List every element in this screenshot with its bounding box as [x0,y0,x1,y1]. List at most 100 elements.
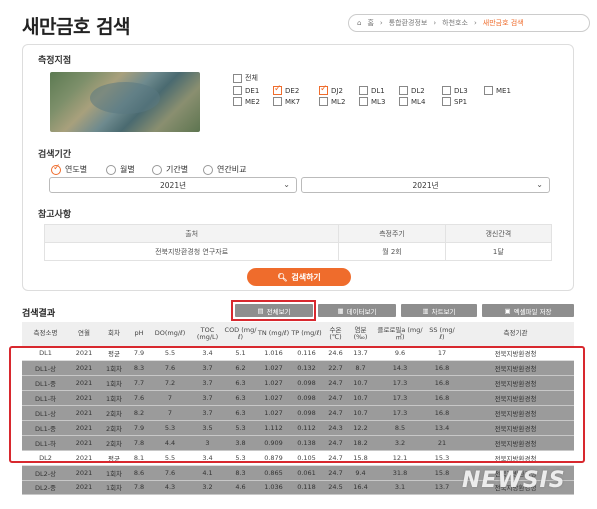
table-cell: 4.3 [149,480,191,496]
station-checkbox-de2[interactable]: DE2 [273,84,300,95]
table-cell: 0.061 [290,465,323,481]
station-map [50,72,200,132]
period-radio-2[interactable]: 기간별 [152,164,188,175]
table-cell: 1.036 [257,480,290,496]
radio-label: 기간별 [166,165,189,174]
chart-view-button[interactable]: ▥ 차트보기 [401,304,477,317]
checkbox-box[interactable] [319,97,328,106]
breadcrumb: ⌂ 홈 › 통합환경정보 › 하천호소 › 새만금호 검색 [348,14,590,32]
reference-table: 출처 측정주기 갱신간격 전북지방환경청 연구자료 월 2회 1달 [43,224,553,261]
checkbox-all[interactable]: 전체 [233,73,258,83]
data-view-button[interactable]: ▦ 데이터보기 [318,304,396,317]
station-checkbox-me2[interactable]: ME2 [233,97,260,106]
station-checkbox-sp1[interactable]: SP1 [442,97,467,106]
radio-circle[interactable] [152,164,162,175]
highlight-box-view-all [231,300,316,321]
checkbox-box[interactable] [399,86,408,95]
radio-circle[interactable] [106,164,116,175]
checkbox-label: ML3 [371,97,386,106]
page-title: 새만금호 검색 [22,16,131,38]
checkbox-label: DL3 [454,86,468,95]
period-radio-3[interactable]: 연간비교 [203,164,246,175]
column-header: SS (mg/ℓ) [427,322,457,347]
breadcrumb-river[interactable]: 하천호소 [442,18,468,28]
breadcrumb-env[interactable]: 통합환경정보 [389,18,428,28]
home-icon[interactable]: ⌂ [357,19,361,27]
column-header: DO(mg/ℓ) [149,322,191,347]
checkbox-box[interactable] [233,86,242,95]
table-cell: 3.1 [373,480,427,496]
station-checkbox-me1[interactable]: ME1 [484,86,511,95]
chevron-down-icon: ⌄ [536,180,543,189]
station-checkbox-mk7[interactable]: MK7 [273,97,300,106]
table-cell: 16.4 [348,480,373,496]
column-header: 염분 (‰) [348,322,373,347]
radio-label: 연도별 [65,165,88,174]
table-cell: 24.7 [323,465,348,481]
station-checkbox-dl3[interactable]: DL3 [442,86,468,95]
to-year-select[interactable]: 2021년 ⌄ [301,177,550,193]
checkbox-label: MK7 [285,97,301,106]
table-cell: 13.7 [427,480,457,496]
column-header: TOC (mg/L) [191,322,224,347]
checkbox-box[interactable] [273,97,282,106]
reference-section-title: 참고사항 [38,210,72,220]
column-header: 수온 (℃) [323,322,348,347]
column-header: 연월 [69,322,99,347]
table-cell: 1회차 [99,480,129,496]
table-cell: 24.5 [323,480,348,496]
radio-circle[interactable] [51,163,61,175]
radio-circle[interactable] [203,164,213,175]
checkbox-box[interactable] [273,84,282,95]
period-section-title: 검색기간 [38,150,72,160]
table-cell: 0.865 [257,465,290,481]
chevron-down-icon: ⌄ [283,180,290,189]
station-checkbox-dj2[interactable]: DJ2 [319,84,343,95]
table-cell: 7.6 [149,465,191,481]
station-checkbox-dl2[interactable]: DL2 [399,86,425,95]
station-checkbox-ml4[interactable]: ML4 [399,97,425,106]
checkbox-label: ME2 [245,97,260,106]
period-radio-1[interactable]: 월별 [106,164,135,175]
checkbox-box[interactable] [484,86,493,95]
table-cell: 8.6 [129,465,149,481]
table-cell: 1회차 [99,465,129,481]
checkbox-box[interactable] [319,84,328,95]
breadcrumb-home[interactable]: 홈 [367,18,373,28]
reference-header: 갱신간격 [444,224,553,243]
station-checkbox-ml2[interactable]: ML2 [319,97,345,106]
table-cell: 15.8 [427,465,457,481]
table-cell: 0.118 [290,480,323,496]
station-checkbox-de1[interactable]: DE1 [233,86,259,95]
checkbox-all-box[interactable] [233,73,242,83]
station-checkbox-dl1[interactable]: DL1 [359,86,385,95]
checkbox-box[interactable] [359,86,368,95]
period-radio-0[interactable]: 연도별 [51,163,88,175]
table-cell: DL2-상 [22,465,69,481]
checkbox-label: ML4 [411,97,426,106]
table-cell: 3.2 [191,480,224,496]
checkbox-box[interactable] [359,97,368,106]
column-header: TP (mg/ℓ) [290,322,323,347]
search-button[interactable]: 🔍︎ 검색하기 [247,268,351,286]
column-header: pH [129,322,149,347]
watermark: NEWSIS [462,468,566,493]
excel-save-button[interactable]: ▣ 엑셀파일 저장 [482,304,574,317]
column-header: 측정소명 [22,322,69,347]
checkbox-label: DJ2 [331,86,343,95]
checkbox-label: DE2 [285,86,300,95]
table-cell: 4.6 [224,480,257,496]
checkbox-box[interactable] [233,97,242,106]
table-cell: DL2-중 [22,480,69,496]
checkbox-box[interactable] [442,97,451,106]
radio-label: 연간비교 [217,165,247,174]
reference-header: 출처 [43,224,340,243]
radio-label: 월별 [120,165,135,174]
checkbox-box[interactable] [442,86,451,95]
checkbox-box[interactable] [399,97,408,106]
reference-cell: 전북지방환경청 연구자료 [43,242,340,261]
highlight-box-rows [9,346,585,463]
station-checkbox-ml3[interactable]: ML3 [359,97,385,106]
from-year-select[interactable]: 2021년 ⌄ [49,177,297,193]
table-cell: 8.3 [224,465,257,481]
